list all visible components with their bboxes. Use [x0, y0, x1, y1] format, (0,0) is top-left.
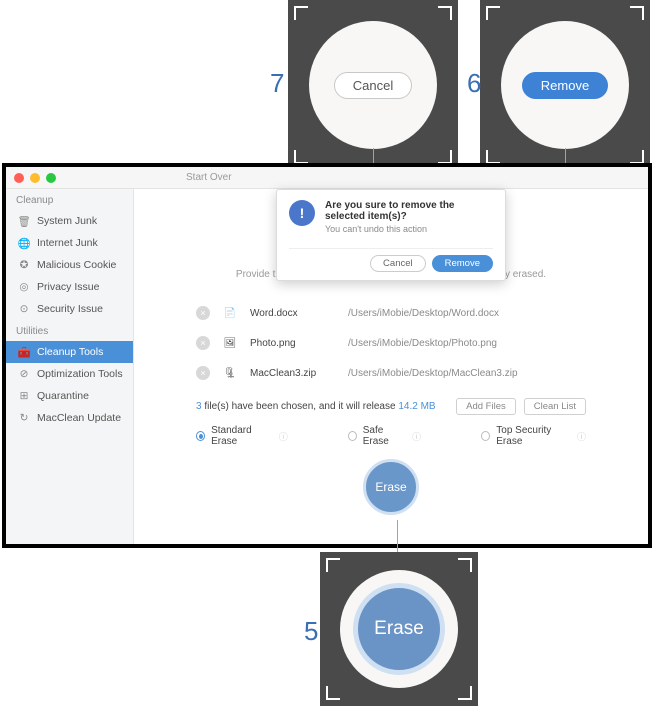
info-icon[interactable]: ⓘ [577, 430, 586, 443]
briefcase-icon: 🧰 [18, 346, 30, 358]
main-panel: ! Are you sure to remove the selected it… [134, 189, 648, 544]
file-path: /Users/iMobie/Desktop/Photo.png [348, 338, 497, 349]
erase-button-large[interactable]: Erase [353, 583, 445, 675]
dialog-remove-button[interactable]: Remove [432, 255, 493, 272]
file-path: /Users/iMobie/Desktop/MacClean3.zip [348, 368, 518, 379]
sidebar-item-label: Malicious Cookie [37, 259, 116, 271]
confirm-dialog: ! Are you sure to remove the selected it… [276, 189, 506, 281]
sidebar-item-optimization-tools[interactable]: ⊘ Optimization Tools [6, 363, 133, 385]
titlebar: Start Over [6, 167, 648, 189]
sidebar-item-label: MacClean Update [37, 412, 121, 424]
sidebar-item-quarantine[interactable]: ⊞ Quarantine [6, 385, 133, 407]
gauge-icon: ⊘ [18, 368, 30, 380]
sidebar-item-macclean-update[interactable]: ↻ MacClean Update [6, 407, 133, 429]
remove-row-icon[interactable]: × [196, 336, 210, 350]
mode-label: Top Security Erase [496, 425, 571, 447]
file-row: × 🖼 Photo.png /Users/iMobie/Desktop/Phot… [196, 328, 586, 358]
callout-bubble: Cancel [309, 21, 437, 149]
info-icon[interactable]: ⓘ [412, 430, 421, 443]
globe-icon: 🌐 [18, 237, 30, 249]
callout-number: 5 [304, 616, 318, 647]
file-path: /Users/iMobie/Desktop/Word.docx [348, 308, 499, 319]
sidebar-item-label: Internet Junk [37, 237, 98, 249]
remove-button[interactable]: Remove [522, 72, 608, 99]
summary-text: 3 file(s) have been chosen, and it will … [196, 401, 436, 412]
sidebar-item-privacy-issue[interactable]: ◎ Privacy Issue [6, 276, 133, 298]
zoom-window-icon[interactable] [46, 173, 56, 183]
remove-row-icon[interactable]: × [196, 366, 210, 380]
erase-modes: Standard Erase ⓘ Safe Erase ⓘ Top Security… [196, 425, 586, 447]
traffic-lights [14, 173, 56, 183]
callout-erase: Erase 5 [320, 552, 478, 706]
callout-number: 7 [270, 68, 284, 99]
mode-top[interactable]: Top Security Erase ⓘ [481, 425, 586, 447]
bug-icon: ✪ [18, 259, 30, 271]
sidebar-header-cleanup: Cleanup [6, 189, 133, 210]
erase-button[interactable]: Erase [363, 459, 419, 515]
file-image-icon: 🖼 [222, 334, 238, 352]
sidebar-item-label: Security Issue [37, 303, 103, 315]
sidebar-item-system-junk[interactable]: 🗑 System Junk [6, 210, 133, 232]
add-files-button[interactable]: Add Files [456, 398, 516, 415]
close-window-icon[interactable] [14, 173, 24, 183]
box-icon: ⊞ [18, 390, 30, 402]
mode-label: Standard Erase [211, 425, 273, 447]
file-row: × 🗜 MacClean3.zip /Users/iMobie/Desktop/… [196, 358, 586, 388]
file-doc-icon: 📄 [222, 304, 238, 322]
sidebar-item-label: System Junk [37, 215, 97, 227]
radio-off-icon [481, 431, 490, 441]
file-row: × 📄 Word.docx /Users/iMobie/Desktop/Word… [196, 298, 586, 328]
app-window: Start Over Cleanup 🗑 System Junk 🌐 Interne… [2, 163, 652, 548]
dialog-title: Are you sure to remove the selected item… [325, 200, 493, 222]
sidebar-item-malicious-cookie[interactable]: ✪ Malicious Cookie [6, 254, 133, 276]
remove-row-icon[interactable]: × [196, 306, 210, 320]
sidebar-item-label: Cleanup Tools [37, 346, 103, 358]
mode-label: Safe Erase [363, 425, 406, 447]
callout-cancel: Cancel 7 [288, 0, 458, 170]
clean-list-button[interactable]: Clean List [524, 398, 586, 415]
dialog-subtitle: You can't undo this action [325, 224, 493, 234]
cancel-button[interactable]: Cancel [334, 72, 412, 99]
start-over-link[interactable]: Start Over [186, 172, 232, 183]
summary-size: 14.2 MB [398, 401, 435, 412]
mode-standard[interactable]: Standard Erase ⓘ [196, 425, 288, 447]
minimize-window-icon[interactable] [30, 173, 40, 183]
radio-on-icon [196, 431, 205, 441]
sidebar-item-internet-junk[interactable]: 🌐 Internet Junk [6, 232, 133, 254]
sidebar-item-label: Optimization Tools [37, 368, 123, 380]
callout-number: 6 [467, 68, 481, 99]
shield-icon: ⊙ [18, 303, 30, 315]
callout-remove: Remove 6 [480, 0, 650, 170]
file-zip-icon: 🗜 [222, 364, 238, 382]
sidebar-item-cleanup-tools[interactable]: 🧰 Cleanup Tools [6, 341, 133, 363]
lock-icon: ◎ [18, 281, 30, 293]
sidebar-item-security-issue[interactable]: ⊙ Security Issue [6, 298, 133, 320]
dialog-cancel-button[interactable]: Cancel [370, 255, 426, 272]
sidebar-item-label: Privacy Issue [37, 281, 99, 293]
callout-bubble: Erase [340, 570, 458, 688]
file-name: Photo.png [250, 338, 336, 349]
sidebar-item-label: Quarantine [37, 390, 89, 402]
summary-row: 3 file(s) have been chosen, and it will … [196, 398, 586, 415]
file-list: × 📄 Word.docx /Users/iMobie/Desktop/Word… [196, 298, 586, 388]
mode-safe[interactable]: Safe Erase ⓘ [348, 425, 421, 447]
file-name: MacClean3.zip [250, 368, 336, 379]
alert-icon: ! [289, 200, 315, 226]
trash-icon: 🗑 [18, 215, 30, 227]
refresh-icon: ↻ [18, 412, 30, 424]
sidebar-header-utilities: Utilities [6, 320, 133, 341]
callout-bubble: Remove [501, 21, 629, 149]
info-icon[interactable]: ⓘ [279, 430, 288, 443]
file-name: Word.docx [250, 308, 336, 319]
radio-off-icon [348, 431, 357, 441]
sidebar: Cleanup 🗑 System Junk 🌐 Internet Junk ✪ Mal… [6, 189, 134, 544]
